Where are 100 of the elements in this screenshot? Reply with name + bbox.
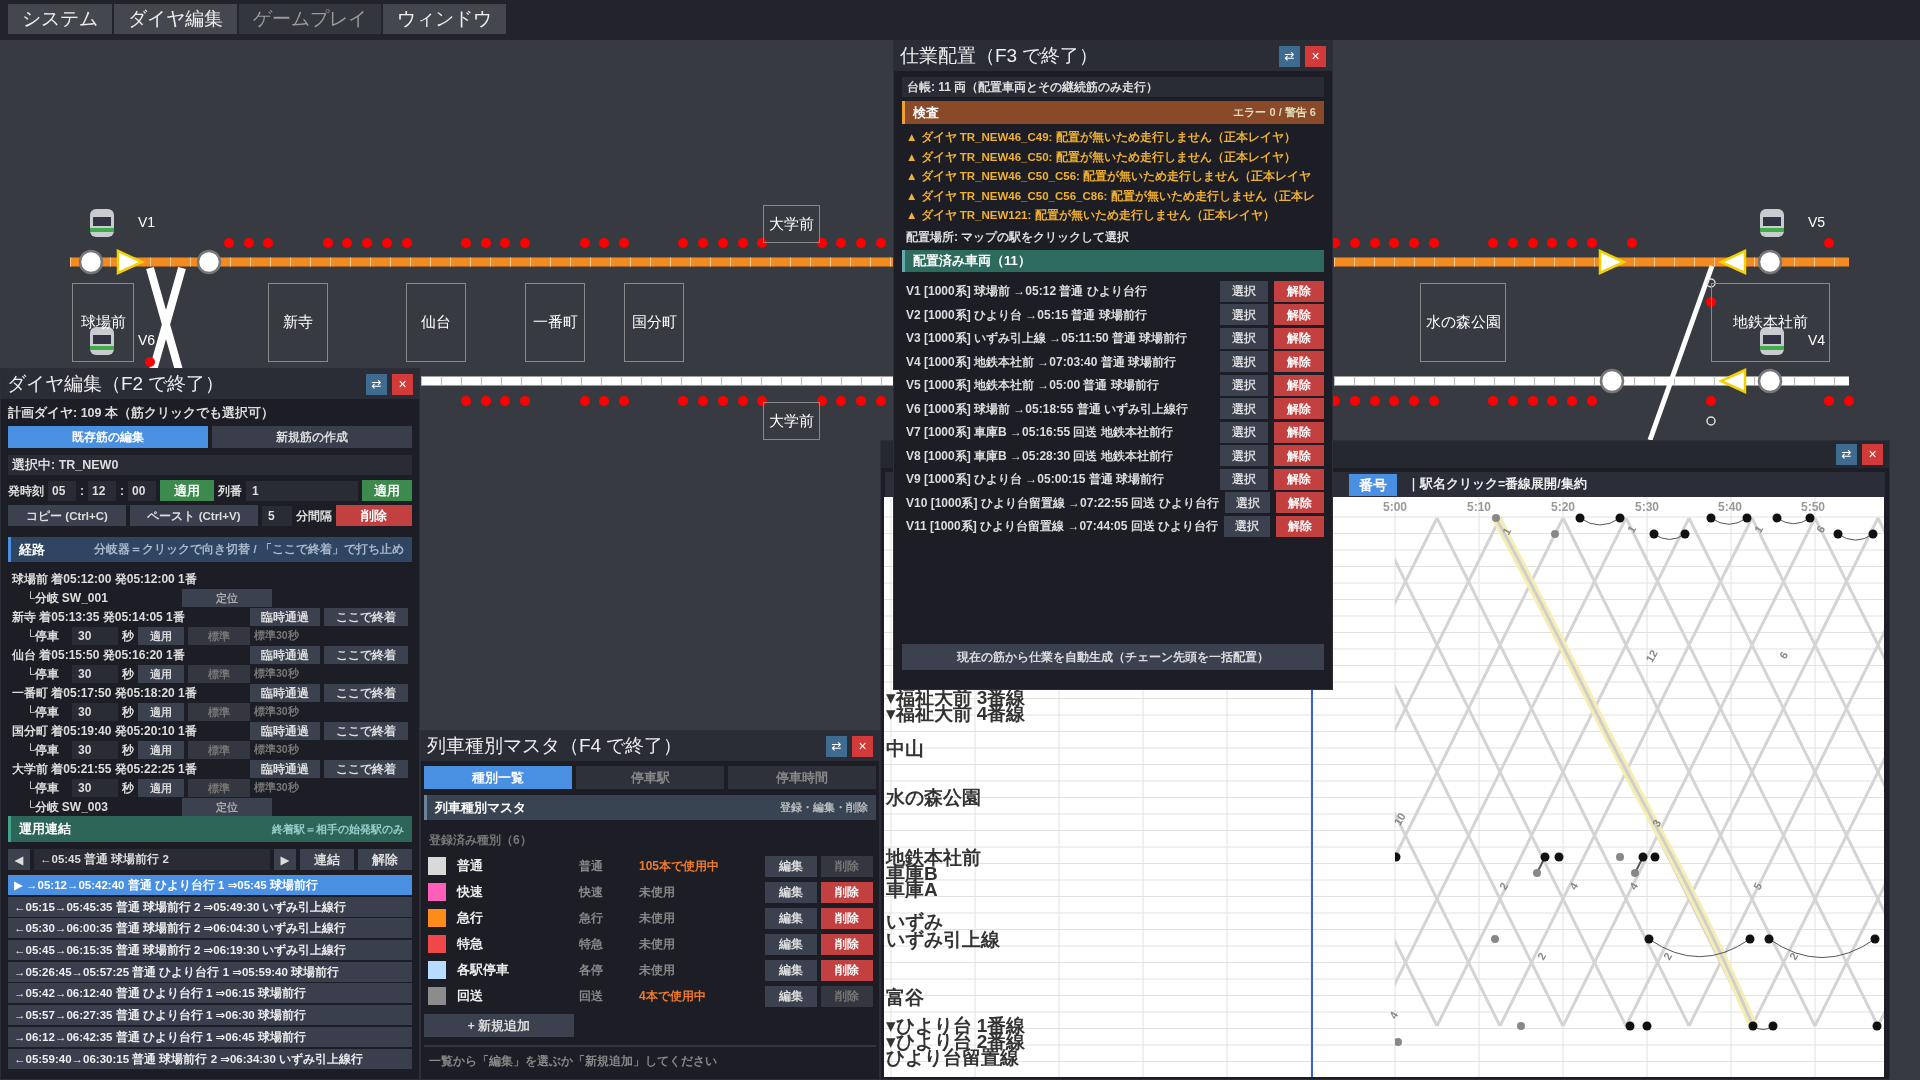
release-button[interactable]: 解除 — [1276, 515, 1324, 537]
delete-button[interactable]: 削除 — [821, 881, 873, 903]
previous-button[interactable]: ◀ — [8, 849, 30, 870]
swap-button[interactable]: ⇄ — [1836, 444, 1857, 465]
delete-button[interactable]: 削除 — [821, 959, 873, 981]
dwell-field[interactable]: 30 — [72, 702, 118, 721]
branch-state-button[interactable]: 定位 — [182, 797, 272, 816]
swap-button[interactable]: ⇄ — [366, 373, 387, 395]
select-button[interactable]: 選択 — [1220, 445, 1268, 467]
tab[interactable]: 停車時間 — [728, 766, 876, 789]
close-button[interactable]: × — [392, 373, 413, 395]
delete-button[interactable]: 削除 — [821, 933, 873, 955]
interval-field[interactable]: 5 — [262, 505, 292, 526]
release-button[interactable]: 解除 — [1274, 327, 1324, 349]
station-label[interactable]: 大学前 — [763, 205, 820, 243]
chain-field[interactable]: ←05:45 普通 球場前行 2 — [34, 849, 270, 870]
delete-button[interactable]: 削除 — [821, 907, 873, 929]
add-button[interactable]: + 新規追加 — [424, 1014, 574, 1037]
release-button[interactable]: 解除 — [1274, 351, 1324, 373]
release-button[interactable]: 解除 — [358, 849, 412, 870]
select-button[interactable]: 選択 — [1220, 374, 1268, 396]
select-button[interactable]: 選択 — [1224, 492, 1271, 514]
time-field[interactable]: 00 — [128, 480, 156, 501]
apply-button[interactable]: 適用 — [138, 778, 184, 797]
chain-item[interactable]: ←05:45→06:15:35 普通 球場前行 2 ⇒06:19:30 いずみ引上線行 — [8, 940, 412, 961]
edit-button[interactable]: 編集 — [765, 855, 817, 877]
pass-button[interactable]: 臨時通過 — [250, 607, 320, 626]
time-field[interactable]: 05 — [48, 480, 76, 501]
release-button[interactable]: 解除 — [1274, 421, 1324, 443]
select-button[interactable]: 選択 — [1220, 351, 1268, 373]
select-button[interactable]: 選択 — [1220, 398, 1268, 420]
select-button[interactable]: 選択 — [1224, 515, 1271, 537]
pass-button[interactable]: 臨時通過 — [250, 721, 320, 740]
release-button[interactable]: 解除 — [1274, 280, 1324, 302]
dwell-field[interactable]: 30 — [72, 740, 118, 759]
apply-button[interactable]: 適用 — [138, 664, 184, 683]
delete-button[interactable]: 削除 — [336, 505, 412, 526]
terminate-button[interactable]: ここで終着 — [324, 607, 408, 626]
station-label[interactable]: 新寺 — [268, 283, 328, 362]
menu-item[interactable]: ウィンドウ — [383, 4, 506, 34]
station-label[interactable]: 仙台 — [406, 283, 466, 362]
branch-state-button[interactable]: 定位 — [182, 588, 272, 607]
number-field[interactable]: 1 — [246, 480, 358, 501]
select-button[interactable]: 選択 — [1220, 327, 1268, 349]
release-button[interactable]: 解除 — [1276, 492, 1324, 514]
edit-button[interactable]: 編集 — [765, 985, 817, 1007]
apply-button[interactable]: 適用 — [138, 702, 184, 721]
edit-button[interactable]: 編集 — [765, 933, 817, 955]
terminate-button[interactable]: ここで終着 — [324, 645, 408, 664]
next-button[interactable]: ▶ — [274, 849, 296, 870]
release-button[interactable]: 解除 — [1274, 304, 1324, 326]
release-button[interactable]: 解除 — [1274, 445, 1324, 467]
swap-button[interactable]: ⇄ — [826, 735, 847, 757]
paste-button[interactable]: ペースト (Ctrl+V) — [130, 505, 258, 526]
copy-button[interactable]: コピー (Ctrl+C) — [8, 505, 126, 526]
release-button[interactable]: 解除 — [1274, 398, 1324, 420]
close-button[interactable]: × — [852, 735, 873, 757]
terminate-button[interactable]: ここで終着 — [324, 683, 408, 702]
terminate-button[interactable]: ここで終着 — [324, 759, 408, 778]
apply-button[interactable]: 適用 — [138, 740, 184, 759]
chain-item[interactable]: ←05:59:40→06:30:15 普通 球場前行 2 ⇒06:34:30 いずみ引上線行 — [8, 1048, 412, 1069]
select-button[interactable]: 選択 — [1220, 468, 1268, 490]
dwell-field[interactable]: 30 — [72, 664, 118, 683]
chain-item[interactable]: ←05:15→05:45:35 普通 球場前行 2 ⇒05:49:30 いずみ引上線行 — [8, 896, 412, 917]
swap-button[interactable]: ⇄ — [1279, 45, 1300, 67]
dwell-field[interactable]: 30 — [72, 778, 118, 797]
edit-button[interactable]: 編集 — [765, 881, 817, 903]
pass-button[interactable]: 臨時通過 — [250, 759, 320, 778]
menu-item[interactable]: システム — [8, 4, 112, 34]
select-button[interactable]: 選択 — [1220, 304, 1268, 326]
tab[interactable]: 停車駅 — [576, 766, 724, 789]
apply-button[interactable]: 適用 — [362, 480, 412, 501]
apply-button[interactable]: 適用 — [138, 626, 184, 645]
chain-item[interactable]: →05:57→06:27:35 普通 ひより台行 1 ⇒06:30 球場前行 — [8, 1005, 412, 1026]
dwell-field[interactable]: 30 — [72, 626, 118, 645]
close-button[interactable]: × — [1305, 45, 1326, 67]
release-button[interactable]: 解除 — [1274, 374, 1324, 396]
auto-generate-button[interactable]: 現在の筋から仕業を自動生成（チェーン先頭を一括配置） — [902, 644, 1324, 670]
station-label[interactable]: 大学前 — [763, 402, 820, 440]
chain-item[interactable]: →06:12→06:42:35 普通 ひより台行 1 ⇒06:45 球場前行 — [8, 1026, 412, 1047]
station-label[interactable]: 水の森公園 — [1420, 283, 1506, 362]
pass-button[interactable]: 臨時通過 — [250, 683, 320, 702]
tab[interactable]: 新規筋の作成 — [212, 426, 412, 448]
edit-button[interactable]: 編集 — [765, 907, 817, 929]
chain-item[interactable]: →05:26:45→05:57:25 普通 ひより台行 1 ⇒05:59:40 球場前行 — [8, 961, 412, 982]
select-button[interactable]: 選択 — [1220, 421, 1268, 443]
edit-button[interactable]: 編集 — [765, 959, 817, 981]
station-label[interactable]: 一番町 — [525, 283, 585, 362]
chain-item[interactable]: →05:42→06:12:40 普通 ひより台行 1 ⇒06:15 球場前行 — [8, 983, 412, 1004]
release-button[interactable]: 解除 — [1274, 468, 1324, 490]
menu-item[interactable]: ダイヤ編集 — [114, 4, 237, 34]
connect-button[interactable]: 連結 — [300, 849, 354, 870]
chain-item[interactable]: ←05:30→06:00:35 普通 球場前行 2 ⇒06:04:30 いずみ引上線行 — [8, 918, 412, 939]
select-button[interactable]: 選択 — [1220, 280, 1268, 302]
apply-button[interactable]: 適用 — [160, 480, 214, 501]
station-label[interactable]: 球場前 — [72, 283, 134, 362]
pass-button[interactable]: 臨時通過 — [250, 645, 320, 664]
station-label[interactable]: 国分町 — [624, 283, 684, 362]
close-button[interactable]: × — [1862, 444, 1883, 465]
time-field[interactable]: 12 — [88, 480, 116, 501]
